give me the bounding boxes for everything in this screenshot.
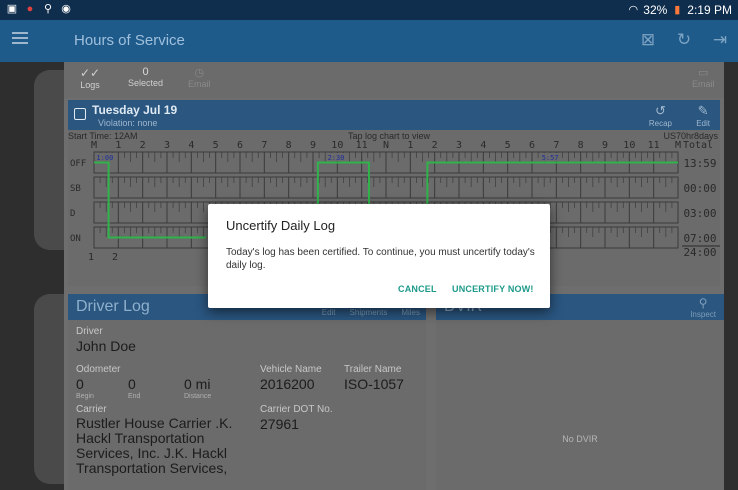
cancel-button[interactable]: CANCEL bbox=[398, 284, 437, 294]
dialog-title: Uncertify Daily Log bbox=[226, 218, 336, 233]
uncertify-now-button[interactable]: UNCERTIFY NOW! bbox=[452, 284, 534, 294]
dialog-message: Today's log has been certified. To conti… bbox=[226, 247, 535, 271]
uncertify-dialog: Uncertify Daily Log Today's log has been… bbox=[208, 204, 550, 308]
